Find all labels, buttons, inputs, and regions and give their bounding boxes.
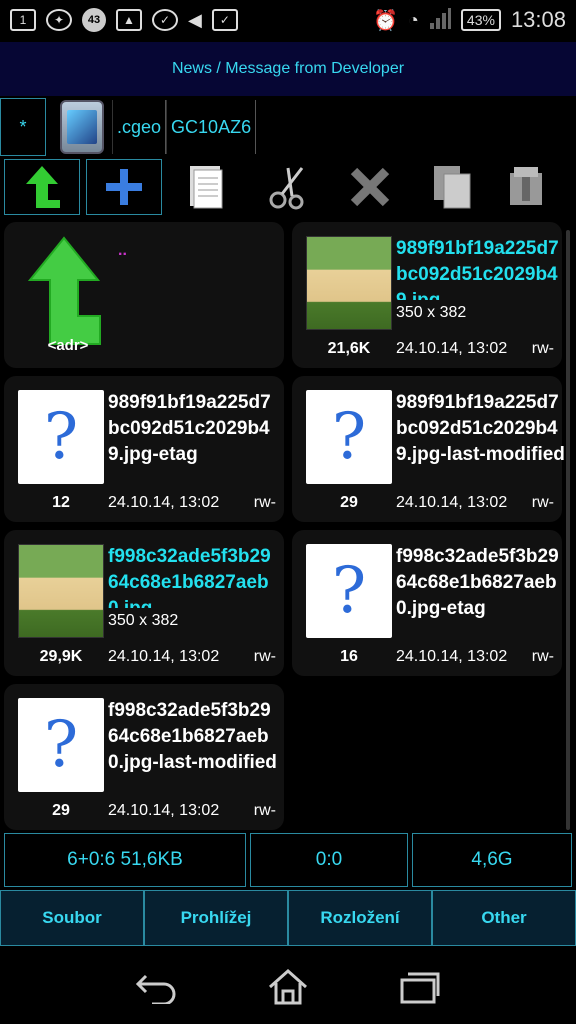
file-date: 24.10.14, 13:02	[396, 648, 508, 665]
file-size: 29,9K	[39, 648, 83, 665]
parent-dots: ..	[118, 242, 127, 259]
unknown-file-icon: ?	[18, 390, 104, 484]
selection-stat: 0:0	[250, 833, 408, 887]
file-permissions: rw-	[253, 494, 276, 511]
path-segment-cgeo[interactable]: .cgeo	[112, 100, 167, 154]
cut-button[interactable]	[250, 159, 326, 215]
duplicate-icon	[434, 166, 471, 209]
file-size: 12	[52, 494, 70, 511]
unknown-file-icon: ?	[18, 698, 104, 792]
geocache-icon: ✦	[46, 9, 72, 31]
file-tile[interactable]: f998c32ade5f3b2964c68e1b6827aeb0.jpg 350…	[4, 530, 284, 676]
go-up-button[interactable]	[4, 159, 80, 215]
parent-folder-arrow-icon	[27, 236, 101, 345]
plus-icon	[106, 169, 142, 205]
delete-x-icon	[350, 167, 390, 207]
file-permissions: rw-	[531, 340, 554, 357]
file-size: 29	[52, 802, 70, 819]
path-bar: * .cgeo GC10AZ6	[0, 98, 576, 156]
unknown-file-icon: ?	[306, 544, 392, 638]
file-dimensions: 350 x 382	[396, 304, 467, 321]
file-permissions: rw-	[531, 494, 554, 511]
dog-thumbnail	[18, 544, 104, 638]
file-name: f998c32ade5f3b2964c68e1b6827aeb0.jpg-las…	[108, 700, 277, 773]
paste-button[interactable]	[414, 159, 490, 215]
copy-button[interactable]	[168, 159, 244, 215]
unknown-file-icon: ?	[306, 390, 392, 484]
file-tile[interactable]: ? 989f91bf19a225d7bc092d51c2029b49.jpg-e…	[4, 376, 284, 522]
home-icon[interactable]	[266, 967, 310, 1007]
alarm-icon: ⏰	[373, 9, 399, 32]
up-arrow-icon	[26, 166, 60, 208]
battery-indicator: 43%	[460, 9, 501, 31]
file-name: f998c32ade5f3b2964c68e1b6827aeb0.jpg-eta…	[396, 546, 559, 619]
wifi-icon: ◔	[408, 9, 419, 30]
bottom-menu: Soubor Prohlížej Rozložení Other	[0, 890, 576, 946]
page-title: News / Message from Developer	[171, 60, 405, 77]
file-tile[interactable]: ? f998c32ade5f3b2964c68e1b6827aeb0.jpg-e…	[292, 530, 562, 676]
file-tile[interactable]: ? f998c32ade5f3b2964c68e1b6827aeb0.jpg-l…	[4, 684, 284, 830]
file-size: 21,6K	[327, 340, 371, 357]
archive-icon	[510, 167, 542, 205]
file-name: 989f91bf19a225d7bc092d51c2029b49.jpg	[396, 238, 559, 300]
tab-other[interactable]: Other	[432, 890, 576, 946]
navigation-bar	[0, 950, 576, 1024]
add-button[interactable]	[86, 159, 162, 215]
parent-directory-tile[interactable]: .. <adr>	[4, 222, 284, 368]
clock: 13:08	[510, 7, 566, 32]
briefcase-icon: ✓	[211, 9, 238, 31]
screen: 1 ✦ 43 ▲ ✓ ◀ ✓ ⏰ ◔ 43% 13:08 News / Mess…	[0, 0, 576, 1024]
file-count-stat: 6+0:6 51,6KB	[4, 833, 246, 887]
tab-prohlizej[interactable]: Prohlížej	[144, 890, 288, 946]
signal-icon	[429, 7, 451, 34]
tab-soubor[interactable]: Soubor	[0, 890, 144, 946]
favorites-button[interactable]: *	[0, 98, 46, 156]
file-date: 24.10.14, 13:02	[108, 648, 220, 665]
free-space-stat: 4,6G	[412, 833, 572, 887]
file-name: 989f91bf19a225d7bc092d51c2029b49.jpg-las…	[396, 392, 565, 465]
check-cloud-icon: ✓	[152, 9, 178, 31]
notification-count-badge: 43	[82, 8, 106, 32]
file-size: 29	[340, 494, 358, 511]
file-permissions: rw-	[531, 648, 554, 665]
document-icon	[190, 166, 223, 209]
file-date: 24.10.14, 13:02	[396, 340, 508, 357]
file-date: 24.10.14, 13:02	[108, 494, 220, 511]
file-permissions: rw-	[253, 648, 276, 665]
delete-button[interactable]	[332, 159, 408, 215]
status-bar: 1 ✦ 43 ▲ ✓ ◀ ✓ ⏰ ◔ 43% 13:08	[0, 0, 576, 40]
device-icon[interactable]	[60, 100, 104, 154]
file-dimensions: 350 x 382	[108, 612, 179, 629]
image-icon: ▲	[116, 9, 142, 31]
file-name: 989f91bf19a225d7bc092d51c2029b49.jpg-eta…	[108, 392, 271, 465]
tab-rozlozeni[interactable]: Rozložení	[288, 890, 432, 946]
title-bar: News / Message from Developer	[0, 42, 576, 96]
file-date: 24.10.14, 13:02	[108, 802, 220, 819]
file-tile[interactable]: ? 989f91bf19a225d7bc092d51c2029b49.jpg-l…	[292, 376, 565, 522]
parent-label: <adr>	[47, 337, 89, 354]
back-icon[interactable]	[134, 970, 178, 1004]
recent-apps-icon[interactable]	[398, 970, 442, 1004]
file-size: 16	[340, 648, 358, 665]
archive-button[interactable]	[496, 159, 556, 215]
toolbar	[0, 158, 576, 216]
file-tile[interactable]: 989f91bf19a225d7bc092d51c2029b49.jpg 350…	[292, 222, 562, 368]
file-permissions: rw-	[253, 802, 276, 819]
mute-icon: ◀	[188, 9, 202, 30]
file-name: f998c32ade5f3b2964c68e1b6827aeb0.jpg	[108, 546, 271, 608]
scissors-icon	[269, 167, 304, 210]
calendar-icon: 1	[10, 9, 36, 31]
file-date: 24.10.14, 13:02	[396, 494, 508, 511]
scrollbar[interactable]	[566, 230, 570, 830]
path-segment-gc10az6[interactable]: GC10AZ6	[166, 100, 257, 154]
dog-thumbnail	[306, 236, 392, 330]
